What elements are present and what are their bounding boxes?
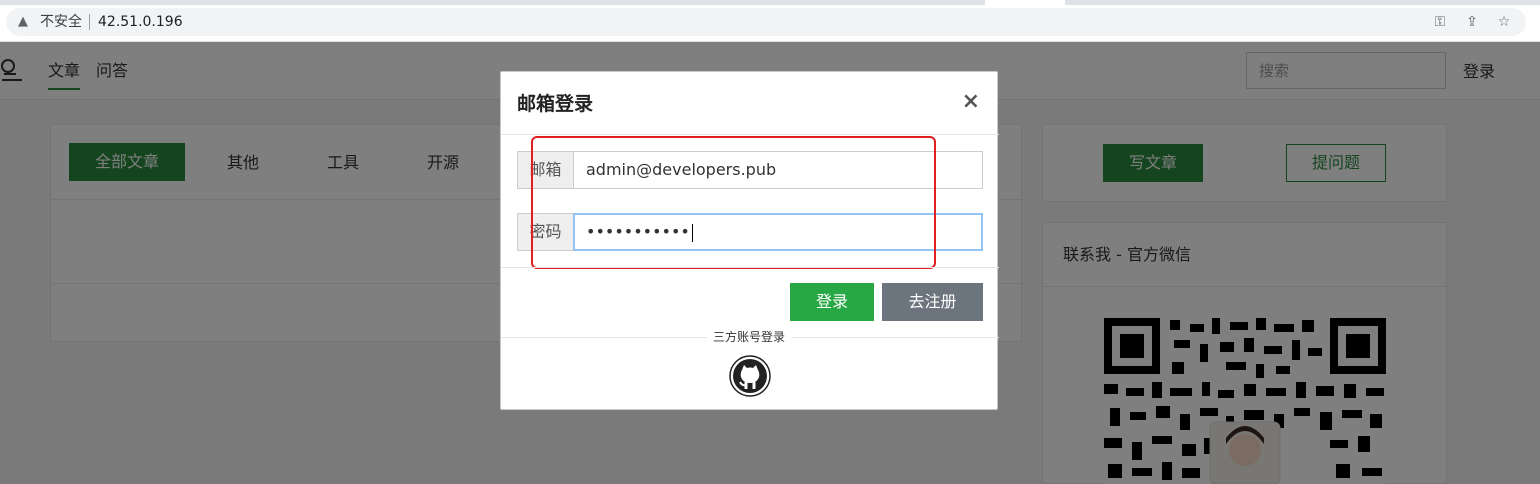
modal-header-divider [501,134,999,135]
modal-body-divider [501,267,999,268]
star-icon[interactable]: ☆ [1494,12,1514,32]
login-button[interactable]: 登录 [790,283,874,321]
browser-chrome: ▲ 不安全 42.51.0.196 ⚿ ⇪ ☆ [0,0,1540,42]
url-text[interactable]: 42.51.0.196 [98,13,183,31]
key-icon[interactable]: ⚿ [1430,12,1450,32]
third-party-label: 三方账号登录 [707,329,792,345]
share-icon[interactable]: ⇪ [1462,12,1482,32]
email-login-modal: 邮箱登录 × 邮箱 admin@developers.pub 密码 ••••••… [500,71,999,410]
tab-strip [0,0,1540,5]
security-label[interactable]: 不安全 [40,13,82,31]
address-bar[interactable]: ▲ 不安全 42.51.0.196 ⚿ ⇪ ☆ [6,8,1526,36]
active-tab[interactable] [985,0,1065,5]
highlight-box [531,136,936,269]
warning-triangle-icon[interactable]: ▲ [18,14,34,30]
github-icon[interactable] [729,355,771,397]
modal-title: 邮箱登录 [517,93,594,115]
address-separator [89,14,90,30]
register-button[interactable]: 去注册 [882,283,983,321]
close-icon[interactable]: × [962,89,980,115]
